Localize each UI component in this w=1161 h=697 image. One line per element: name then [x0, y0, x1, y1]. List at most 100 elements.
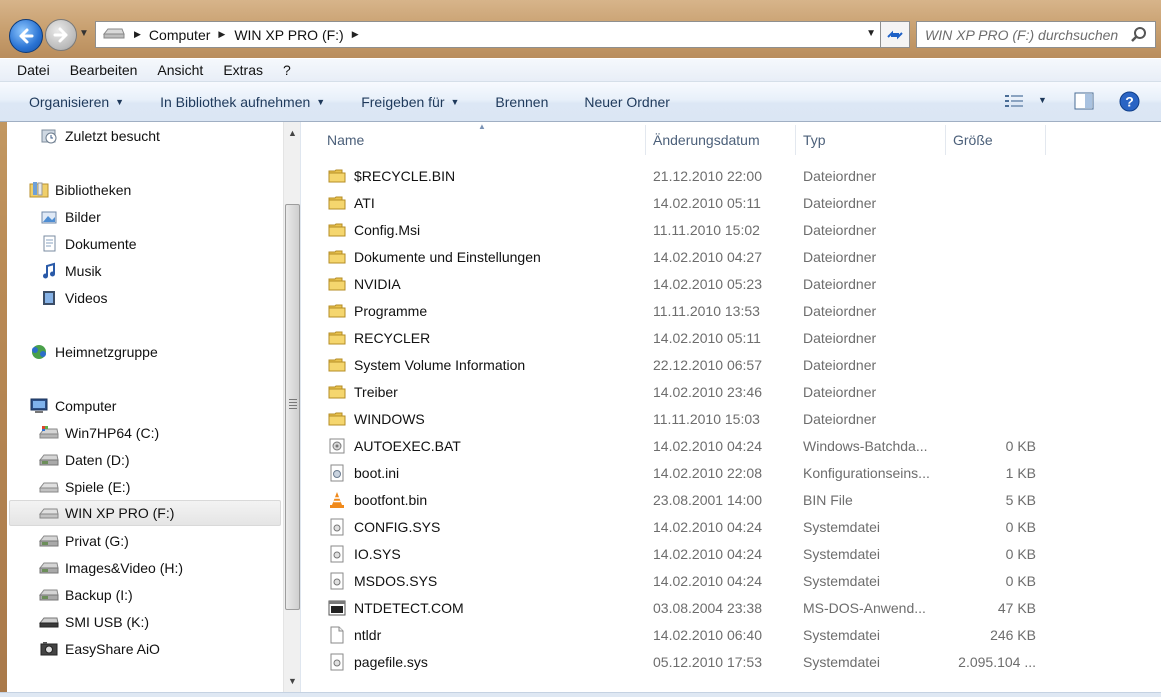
nav-drive-g[interactable]: Privat (G:) — [39, 529, 129, 553]
nav-homegroup[interactable]: Heimnetzgruppe — [29, 340, 158, 364]
menu-help[interactable]: ? — [273, 62, 301, 78]
column-header-size[interactable]: Größe — [947, 125, 1046, 155]
usb-drive-icon — [39, 613, 59, 631]
folder-icon — [328, 329, 346, 347]
menu-tools[interactable]: Extras — [213, 62, 273, 78]
column-header-type[interactable]: Typ — [797, 125, 946, 155]
nav-drive-f[interactable]: WIN XP PRO (F:) — [9, 500, 281, 526]
forward-button[interactable] — [45, 19, 77, 51]
nav-drive-d[interactable]: Daten (D:) — [39, 448, 130, 472]
breadcrumb-separator-icon[interactable]: ▶ — [352, 29, 359, 40]
file-row[interactable]: WINDOWS 11.11.2010 15:03 Dateiordner — [324, 406, 1044, 432]
details-view-icon — [1005, 95, 1023, 107]
scroll-down-arrow-icon[interactable]: ▼ — [288, 676, 297, 686]
search-box[interactable] — [916, 21, 1156, 48]
column-header-date-label: Änderungsdatum — [653, 132, 760, 148]
address-bar[interactable]: ▶ Computer ▶ WIN XP PRO (F:) ▶ ▼ — [95, 21, 881, 48]
arrow-left-icon — [19, 28, 34, 44]
history-dropdown-button[interactable]: ▼ — [79, 28, 89, 39]
nav-libraries-label: Bibliotheken — [55, 182, 132, 198]
refresh-button[interactable] — [881, 21, 910, 48]
nav-recent-places[interactable]: Zuletzt besucht — [39, 124, 160, 148]
share-with-button[interactable]: Freigeben für ▼ — [351, 94, 469, 110]
file-row[interactable]: System Volume Information 22.12.2010 06:5… — [324, 352, 1044, 378]
file-name: Config.Msi — [354, 222, 421, 238]
file-name: RECYCLER — [354, 330, 431, 346]
file-row[interactable]: boot.ini 14.02.2010 22:08 Konfigurationsei… — [324, 460, 1044, 486]
file-row[interactable]: NVIDIA 14.02.2010 05:23 Dateiordner — [324, 271, 1044, 297]
nav-library-pictures[interactable]: Bilder — [39, 205, 101, 229]
new-folder-button[interactable]: Neuer Ordner — [574, 94, 680, 110]
removable-drive-icon — [39, 504, 59, 522]
scroll-up-arrow-icon[interactable]: ▲ — [288, 128, 297, 138]
preview-pane-icon — [1074, 92, 1094, 110]
nav-drive-i[interactable]: Backup (I:) — [39, 583, 133, 607]
search-input[interactable] — [925, 26, 1131, 43]
file-date-modified: 14.02.2010 05:23 — [653, 276, 762, 292]
view-options-dropdown-icon[interactable]: ▼ — [1038, 95, 1047, 105]
file-row[interactable]: RECYCLER 14.02.2010 05:11 Dateiordner — [324, 325, 1044, 351]
file-row[interactable]: ntldr 14.02.2010 06:40 Systemdatei 246 KB — [324, 622, 1044, 648]
column-header-row: Name ▲ Änderungsdatum Typ Größe — [304, 122, 1161, 155]
file-name: MSDOS.SYS — [354, 573, 438, 589]
hard-drive-icon — [39, 586, 59, 604]
file-name: bootfont.bin — [354, 492, 428, 508]
address-dropdown-icon[interactable]: ▼ — [866, 28, 876, 39]
file-row[interactable]: $RECYCLE.BIN 21.12.2010 22:00 Dateiordner — [324, 163, 1044, 189]
nav-computer[interactable]: Computer — [29, 394, 116, 418]
burn-button[interactable]: Brennen — [485, 94, 558, 110]
nav-library-documents[interactable]: Dokumente — [39, 232, 137, 256]
organize-button[interactable]: Organisieren ▼ — [19, 94, 134, 110]
nav-library-music[interactable]: Musik — [39, 259, 102, 283]
breadcrumb-separator-icon[interactable]: ▶ — [218, 29, 225, 40]
nav-drive-e[interactable]: Spiele (E:) — [39, 475, 130, 499]
file-type: Dateiordner — [803, 384, 877, 400]
nav-library-videos[interactable]: Videos — [39, 286, 108, 310]
include-in-library-button[interactable]: In Bibliothek aufnehmen ▼ — [150, 94, 335, 110]
column-header-date[interactable]: Änderungsdatum — [647, 125, 796, 155]
system-file-icon — [328, 653, 346, 671]
back-button[interactable] — [9, 19, 43, 53]
vlc-cone-icon — [328, 491, 346, 509]
file-row[interactable]: bootfont.bin 23.08.2001 14:00 BIN File 5 KB — [324, 487, 1044, 513]
file-date-modified: 11.11.2010 15:03 — [653, 411, 760, 427]
column-header-type-label: Typ — [803, 132, 826, 148]
menu-file[interactable]: Datei — [7, 62, 60, 78]
pictures-icon — [39, 208, 59, 226]
file-row[interactable]: pagefile.sys 05.12.2010 17:53 Systemdatei 2… — [324, 649, 1044, 675]
menu-view[interactable]: Ansicht — [147, 62, 213, 78]
file-type: Dateiordner — [803, 276, 877, 292]
organize-label: Organisieren — [29, 93, 110, 110]
file-date-modified: 05.12.2010 17:53 — [653, 654, 762, 670]
nav-libraries[interactable]: Bibliotheken — [29, 178, 131, 202]
breadcrumb-computer[interactable]: Computer ▶ — [149, 27, 234, 43]
file-row[interactable]: NTDETECT.COM 03.08.2004 23:38 MS-DOS-Anwen… — [324, 595, 1044, 621]
file-row[interactable]: Config.Msi 11.11.2010 15:02 Dateiordner — [324, 217, 1044, 243]
menu-edit[interactable]: Bearbeiten — [60, 62, 148, 78]
help-button[interactable]: ? — [1119, 91, 1140, 115]
nav-easyshare[interactable]: EasyShare AiO — [39, 637, 160, 661]
file-row[interactable]: IO.SYS 14.02.2010 04:24 Systemdatei 0 KB — [324, 541, 1044, 567]
file-date-modified: 14.02.2010 04:24 — [653, 573, 762, 589]
nav-pane-scrollbar[interactable]: ▲ ▼ — [283, 122, 300, 692]
preview-pane-button[interactable] — [1074, 92, 1094, 113]
search-icon[interactable] — [1130, 26, 1148, 44]
scrollbar-thumb[interactable] — [285, 204, 300, 610]
file-row[interactable]: AUTOEXEC.BAT 14.02.2010 04:24 Windows-Batc… — [324, 433, 1044, 459]
file-row[interactable]: CONFIG.SYS 14.02.2010 04:24 Systemdatei 0 K… — [324, 514, 1044, 540]
change-view-button[interactable] — [1004, 94, 1024, 108]
file-row[interactable]: Programme 11.11.2010 13:53 Dateiordner — [324, 298, 1044, 324]
breadcrumb-drive[interactable]: WIN XP PRO (F:) ▶ — [234, 27, 367, 43]
navigation-pane: Zuletzt besucht Bibliotheken Bilder Doku… — [7, 122, 283, 692]
hard-drive-icon — [39, 451, 59, 469]
breadcrumb-root-arrow[interactable]: ▶ — [134, 29, 141, 40]
nav-drive-c[interactable]: Win7HP64 (C:) — [39, 421, 159, 445]
nav-drive-h[interactable]: Images&Video (H:) — [39, 556, 183, 580]
file-row[interactable]: Treiber 14.02.2010 23:46 Dateiordner — [324, 379, 1044, 405]
file-row[interactable]: ATI 14.02.2010 05:11 Dateiordner — [324, 190, 1044, 216]
nav-drive-k[interactable]: SMI USB (K:) — [39, 610, 149, 634]
scrollbar-grip — [289, 399, 297, 409]
file-row[interactable]: Dokumente und Einstellungen 14.02.2010 04… — [324, 244, 1044, 270]
chevron-down-icon: ▼ — [450, 96, 460, 107]
file-row[interactable]: MSDOS.SYS 14.02.2010 04:24 Systemdatei 0 KB — [324, 568, 1044, 594]
